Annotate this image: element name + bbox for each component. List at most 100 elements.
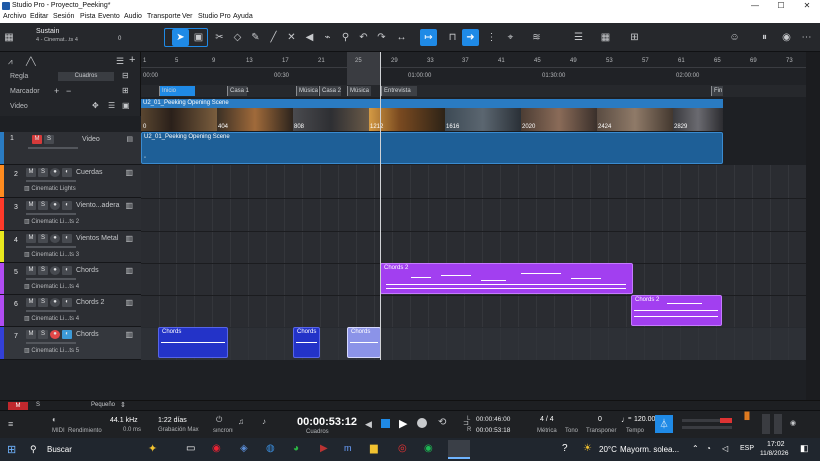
solo-button[interactable]: S: [38, 266, 48, 275]
menu-ayuda[interactable]: Ayuda: [233, 13, 253, 20]
mute-button[interactable]: M: [26, 201, 36, 210]
minimize-button[interactable]: —: [742, 0, 768, 12]
zoom-tool-icon[interactable]: ⚲: [337, 29, 354, 46]
monitor-button[interactable]: ◐: [62, 330, 72, 339]
folder-icon[interactable]: ▆: [370, 443, 378, 454]
volume-slider[interactable]: [28, 147, 78, 149]
click-icon[interactable]: ♪: [262, 417, 266, 426]
play-button[interactable]: ▶: [399, 417, 407, 430]
clock-time[interactable]: 17:02: [767, 441, 785, 448]
snap-icon[interactable]: ⊓: [444, 29, 461, 46]
time-format[interactable]: Cuadros: [306, 429, 329, 435]
arrange-view[interactable]: Chords 2 Chords 2 Chords Chords Chords: [141, 165, 806, 360]
menu-sesion[interactable]: Sesión: [53, 13, 74, 20]
instrument-keyboard-icon[interactable]: ▥: [125, 266, 133, 275]
marker-icon[interactable]: ⊞: [122, 86, 129, 95]
ruler-icon[interactable]: ⊟: [122, 71, 129, 80]
video-track[interactable]: 1 M S Video ▤: [0, 132, 141, 165]
monitor-button[interactable]: ◐: [62, 298, 72, 307]
remove-marker-button[interactable]: −: [66, 86, 71, 96]
shield-icon[interactable]: ◈: [240, 443, 248, 454]
quantize-icon[interactable]: ➜: [462, 29, 479, 46]
weather-temp[interactable]: 20°C: [599, 445, 617, 454]
copilot-icon[interactable]: ✦: [148, 442, 157, 455]
track-name[interactable]: Chords: [76, 331, 99, 338]
monitor-button[interactable]: ◐: [62, 201, 72, 210]
menu-ver[interactable]: Ver: [182, 13, 193, 20]
midi-clip-chords-2[interactable]: Chords 2: [380, 263, 633, 294]
preset-value[interactable]: 0: [118, 36, 121, 42]
track-list-icon[interactable]: ☰: [116, 56, 124, 67]
video-settings-icon[interactable]: ✥: [92, 101, 99, 110]
transpose-value[interactable]: 0: [598, 416, 602, 423]
output-icon[interactable]: ◉: [790, 419, 796, 427]
timeline-ruler[interactable]: 1 5 9 13 17 21 25 29 33 37 41 45 49 53 5…: [141, 52, 806, 85]
track-name[interactable]: Chords: [76, 267, 99, 274]
mute-button[interactable]: M: [26, 330, 36, 339]
record-button[interactable]: ●: [50, 266, 60, 275]
record-button[interactable]: ●: [50, 234, 60, 243]
instrument-name[interactable]: ▥ Cinematic Li...ts 5: [24, 347, 79, 354]
loop-region[interactable]: [347, 52, 381, 85]
tempo-value[interactable]: 120.00: [634, 416, 655, 423]
menu-transporte[interactable]: Transporte: [147, 13, 181, 20]
fader[interactable]: [762, 414, 770, 434]
video-image-icon[interactable]: ▣: [122, 101, 130, 110]
undo-icon[interactable]: ↶: [355, 29, 372, 46]
record-button[interactable]: ●: [50, 201, 60, 210]
midi-clip-chords-2[interactable]: Chords 2: [631, 295, 722, 326]
solo-button[interactable]: S: [38, 298, 48, 307]
split-tool-icon[interactable]: ✂: [211, 29, 228, 46]
network-icon[interactable]: ◔: [706, 444, 711, 453]
daw-icon[interactable]: ◎: [398, 443, 407, 454]
notifications-icon[interactable]: ◧: [800, 443, 809, 454]
instrument-name[interactable]: ▥ Cinematic Lights: [24, 185, 76, 192]
grid-icon[interactable]: ⋮: [483, 29, 500, 46]
list-icon[interactable]: ☰: [570, 29, 587, 46]
maximize-button[interactable]: ☐: [768, 0, 794, 12]
video-clip[interactable]: U2_01_Peeking Opening Scene ◦: [141, 132, 723, 164]
size-select[interactable]: Pequeño: [91, 402, 115, 408]
midi-clip-chords[interactable]: Chords: [158, 327, 228, 358]
mute-button[interactable]: M: [32, 135, 42, 144]
close-button[interactable]: ✕: [794, 0, 820, 12]
whatsapp-icon[interactable]: ◕: [293, 443, 299, 454]
menu-studio-pro[interactable]: Studio Pro: [198, 13, 231, 20]
eraser-tool-icon[interactable]: ◇: [229, 29, 246, 46]
track-name[interactable]: Video: [82, 136, 100, 143]
mute-button[interactable]: M: [26, 234, 36, 243]
monitor-button[interactable]: ◐: [62, 266, 72, 275]
user-icon[interactable]: ☺: [726, 29, 743, 46]
fader[interactable]: [774, 414, 782, 434]
marker-casa-1[interactable]: Casa 1: [227, 86, 249, 96]
track-name[interactable]: Viento...adera: [76, 202, 119, 209]
menu-evento[interactable]: Evento: [98, 13, 120, 20]
solo-button[interactable]: S: [38, 201, 48, 210]
record-button[interactable]: ●: [50, 298, 60, 307]
metronome-icon[interactable]: ♫: [238, 417, 244, 426]
instrument-name[interactable]: ▥ Cinematic Li...ts 4: [24, 283, 79, 290]
scroll-icon[interactable]: ↔: [393, 29, 410, 46]
add-track-icon[interactable]: +: [129, 54, 135, 66]
instrument-keyboard-icon[interactable]: ▥: [125, 298, 133, 307]
track-row[interactable]: 2 M S ● ◐ Cuerdas ▥ ▥ Cinematic Lights: [0, 165, 141, 198]
track-row[interactable]: 6 M S ● ◐ Chords 2 ▥ ▥ Cinematic Li...ts…: [0, 295, 141, 327]
taskbar-search[interactable]: Buscar: [47, 445, 72, 454]
mute-button[interactable]: M: [26, 298, 36, 307]
midi-clip-chords[interactable]: Chords: [293, 327, 320, 358]
volume-slider[interactable]: [26, 180, 76, 182]
arrow-tool-icon[interactable]: ➤: [172, 29, 189, 46]
loop-end[interactable]: 00:00:53:18: [476, 427, 510, 434]
volume-slider[interactable]: [26, 246, 76, 248]
tono-label[interactable]: Tono: [565, 428, 578, 434]
studio-pro-taskbar-icon[interactable]: [448, 440, 470, 459]
track-name[interactable]: Chords 2: [76, 299, 104, 306]
clock-date[interactable]: 11/8/2026: [760, 450, 788, 457]
tracks-icon[interactable]: ▦: [3, 29, 15, 46]
menu-archivo[interactable]: Archivo: [3, 13, 26, 20]
solo-button[interactable]: S: [44, 135, 54, 144]
track-row-selected[interactable]: 7 M S ● ◐ Chords ▥ ▥ Cinematic Li...ts 5: [0, 327, 141, 360]
monitor-button[interactable]: ◐: [62, 168, 72, 177]
follow-icon[interactable]: ↦: [420, 29, 437, 46]
instrument-name[interactable]: ▥ Cinematic Li...ts 4: [24, 315, 79, 322]
